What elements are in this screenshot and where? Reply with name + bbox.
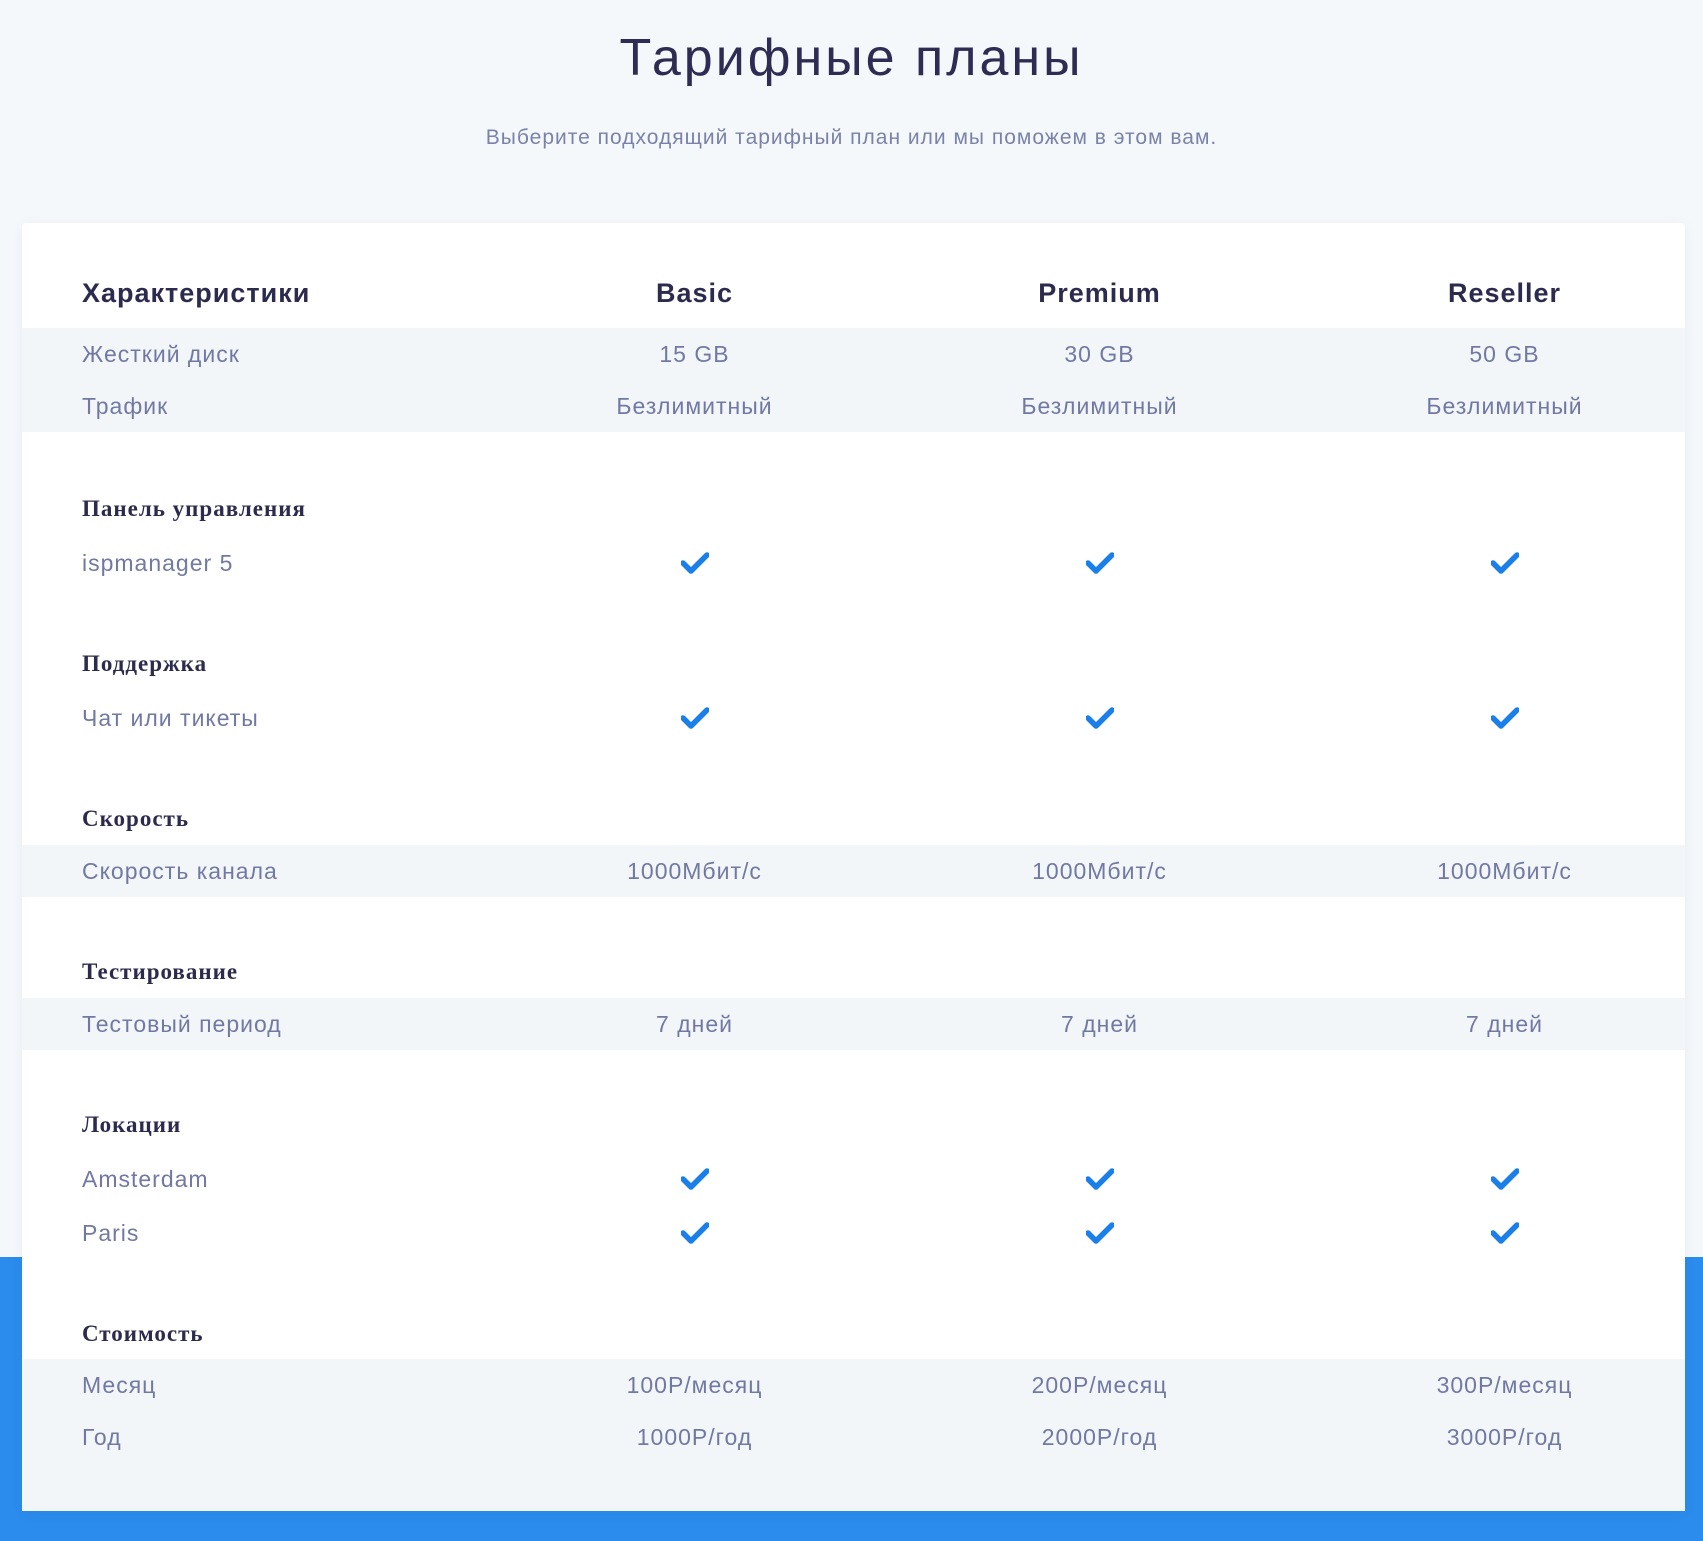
basic-value: 7 дней (656, 1010, 733, 1037)
check-icon (897, 692, 1302, 744)
check-icon-graphic (680, 1222, 709, 1244)
check-icon-graphic (680, 1168, 709, 1190)
table-row-amsterdam: Amsterdam (22, 1153, 1685, 1205)
section-title-panel: Панель управления (82, 496, 306, 521)
reseller-value: 3000Р/год (1446, 1423, 1563, 1450)
check-icon-graphic (1085, 1222, 1114, 1244)
page-subtitle: Выберите подходящий тарифный план или мы… (485, 126, 1218, 149)
check-icon-graphic (1490, 552, 1519, 574)
header-plan-basic: Basic (655, 277, 734, 308)
check-icon (492, 537, 897, 589)
table-row-trial: Тестовый период 7 дней 7 дней 7 дней (22, 998, 1685, 1050)
premium-value: 2000Р/год (1041, 1423, 1158, 1450)
check-icon-graphic (1490, 1222, 1519, 1244)
section-title-speed: Скорость (82, 806, 190, 831)
check-icon (897, 1153, 1302, 1205)
feature-label: Amsterdam (82, 1165, 209, 1192)
table-row-paris: Paris (22, 1207, 1685, 1259)
feature-label: Paris (82, 1219, 140, 1246)
check-icon-graphic (1085, 1168, 1114, 1190)
section-title-locations: Локации (82, 1112, 182, 1137)
reseller-value: 300Р/месяц (1436, 1371, 1573, 1398)
section-title-price: Стоимость (82, 1321, 204, 1346)
header-features: Характеристики (82, 277, 311, 308)
feature-label: Тестовый период (82, 1010, 282, 1037)
table-row-traffic: Трафик Безлимитный Безлимитный Безлимитн… (22, 380, 1685, 432)
section-title-support: Поддержка (82, 651, 208, 676)
feature-label: Жесткий диск (82, 340, 240, 367)
check-icon-graphic (1085, 552, 1114, 574)
check-icon (897, 537, 1302, 589)
pricing-table: Характеристики Basic Premium Reseller Же… (22, 223, 1685, 1511)
basic-value: 1000Р/год (636, 1423, 753, 1450)
check-icon (1302, 692, 1703, 744)
reseller-value: Безлимитный (1426, 392, 1583, 419)
check-icon (897, 1207, 1302, 1259)
check-icon (492, 1207, 897, 1259)
premium-value: 200Р/месяц (1031, 1371, 1168, 1398)
basic-value: 15 GB (659, 340, 730, 367)
premium-value: 7 дней (1061, 1010, 1138, 1037)
header-plan-reseller: Reseller (1447, 277, 1562, 308)
reseller-value: 50 GB (1469, 340, 1540, 367)
table-row-disk: Жесткий диск 15 GB 30 GB 50 GB (22, 328, 1685, 380)
check-icon-graphic (1490, 707, 1519, 729)
basic-value: 100Р/месяц (626, 1371, 763, 1398)
table-row-support: Чат или тикеты (22, 692, 1685, 744)
feature-label: Год (82, 1423, 122, 1450)
page-title: Тарифные планы (619, 29, 1084, 87)
check-icon (1302, 1153, 1703, 1205)
premium-value: Безлимитный (1021, 392, 1178, 419)
table-row-month: Месяц 100Р/месяц 200Р/месяц 300Р/месяц (22, 1359, 1685, 1411)
check-icon-graphic (1490, 1168, 1519, 1190)
premium-value: 30 GB (1064, 340, 1135, 367)
section-title-testing: Тестирование (82, 959, 239, 984)
reseller-value: 7 дней (1466, 1010, 1543, 1037)
table-header: Характеристики Basic Premium Reseller (22, 263, 1685, 323)
check-icon (492, 1153, 897, 1205)
check-icon-graphic (1085, 707, 1114, 729)
check-icon (492, 692, 897, 744)
check-icon (1302, 1207, 1703, 1259)
table-row-speed: Скорость канала 1000Мбит/с 1000Мбит/с 10… (22, 845, 1685, 897)
feature-label: Скорость канала (82, 857, 278, 884)
feature-label: Трафик (82, 392, 169, 419)
check-icon (1302, 537, 1703, 589)
table-row-year: Год 1000Р/год 2000Р/год 3000Р/год (22, 1411, 1685, 1463)
feature-label: ispmanager 5 (82, 549, 234, 576)
check-icon-graphic (680, 707, 709, 729)
check-icon-graphic (680, 552, 709, 574)
basic-value: Безлимитный (616, 392, 773, 419)
premium-value: 1000Мбит/с (1032, 857, 1167, 884)
table-row-panel: ispmanager 5 (22, 537, 1685, 589)
reseller-value: 1000Мбит/с (1437, 857, 1572, 884)
feature-label: Месяц (82, 1371, 157, 1398)
basic-value: 1000Мбит/с (627, 857, 762, 884)
feature-label: Чат или тикеты (82, 704, 259, 731)
header-plan-premium: Premium (1038, 277, 1161, 308)
